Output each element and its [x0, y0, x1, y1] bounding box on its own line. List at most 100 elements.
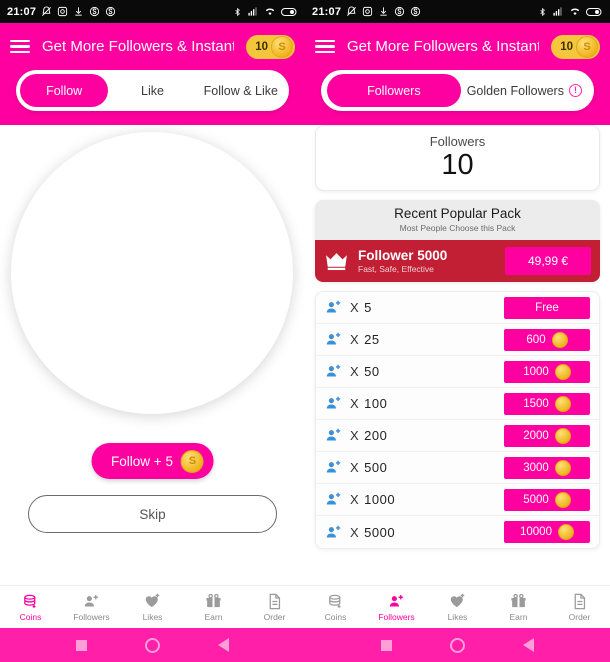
list-item[interactable]: X 5000 10000 — [316, 516, 599, 548]
pack-quantity: X 25 — [350, 332, 496, 347]
person-add-icon — [326, 333, 341, 345]
popular-pack-title: Recent Popular Pack — [394, 206, 521, 222]
nav-item-earn[interactable]: Earn — [183, 586, 244, 628]
buy-button[interactable]: 600 — [504, 328, 590, 351]
pack-amount: 500 — [364, 460, 388, 476]
square-recents-icon[interactable] — [381, 639, 392, 651]
popular-pack-header: Recent Popular Pack Most People Choose t… — [315, 200, 600, 241]
buy-button[interactable]: 1500 — [504, 392, 590, 415]
nav-item-followers[interactable]: Followers — [61, 586, 122, 628]
circle-home-icon[interactable] — [145, 637, 160, 653]
nav-item-earn[interactable]: Earn — [488, 586, 549, 628]
document-icon — [269, 593, 281, 609]
pack-amount: 5000 — [364, 524, 396, 540]
hamburger-icon[interactable] — [315, 39, 335, 54]
gift-icon — [206, 593, 221, 607]
tab-followers-label: Followers — [367, 83, 421, 98]
coin-icon — [551, 331, 568, 348]
buy-button[interactable]: 3000 — [504, 456, 590, 479]
buy-button-price: 1500 — [523, 397, 549, 410]
wifi-icon — [570, 8, 580, 16]
list-item[interactable]: X 1000 5000 — [316, 484, 599, 517]
pack-quantity: X5 — [350, 300, 496, 315]
buy-button[interactable]: 1000 — [504, 360, 590, 383]
tab-bar-left: Follow Like Follow & Like — [16, 70, 289, 111]
coin-icon — [557, 524, 574, 541]
buy-button[interactable]: Free — [504, 296, 590, 319]
multiplier-symbol: X — [350, 332, 360, 348]
pack-quantity: X 1000 — [350, 492, 496, 507]
coin-icon — [554, 395, 571, 412]
nav-item-order[interactable]: Order — [549, 586, 610, 628]
nav-item-earn-label: Earn — [204, 611, 223, 622]
download-icon — [75, 7, 82, 16]
person-add-icon — [326, 301, 341, 313]
nav-item-order-label: Order — [263, 611, 286, 622]
list-item[interactable]: X 500 3000 — [316, 452, 599, 485]
person-add-icon — [326, 461, 341, 473]
tab-golden-followers-label: Golden Followers — [466, 83, 564, 98]
nav-item-followers[interactable]: Followers — [366, 586, 427, 628]
info-icon[interactable]: ! — [568, 84, 582, 97]
buy-button-price: 10000 — [520, 526, 552, 539]
nav-item-order[interactable]: Order — [244, 586, 305, 628]
nav-item-coins[interactable]: Coins — [0, 586, 61, 628]
popular-pack-description: Fast, Safe, Effective — [358, 264, 434, 275]
list-item[interactable]: X 200 2000 — [316, 420, 599, 453]
buy-button-price: 1000 — [523, 365, 549, 378]
popular-pack-subtitle: Most People Choose this Pack — [399, 223, 516, 234]
buy-button[interactable]: 10000 — [504, 521, 590, 544]
status-bar-clock: 21:07 — [7, 5, 37, 18]
circled-s-icon — [106, 6, 116, 17]
list-item[interactable]: X 25 600 — [316, 324, 599, 357]
popular-pack-price-button[interactable]: 49,99 € — [505, 247, 591, 276]
tab-follow[interactable]: Follow — [20, 74, 109, 107]
follow-button[interactable]: Follow + 5 S — [91, 443, 214, 479]
buy-button-price: Free — [535, 301, 559, 314]
tab-followers[interactable]: Followers — [327, 74, 461, 107]
buy-button[interactable]: 2000 — [504, 424, 590, 447]
coin-balance-badge[interactable]: 10 S — [246, 34, 295, 59]
tab-follow-and-like[interactable]: Follow & Like — [197, 74, 285, 107]
battery-icon — [281, 7, 297, 16]
tab-like[interactable]: Like — [108, 74, 196, 107]
circled-s-icon — [90, 6, 100, 17]
nav-item-coins[interactable]: Coins — [305, 586, 366, 628]
coins-stack-icon — [329, 594, 341, 608]
right-screen: 21:07 Get More Followers & Instant L... … — [305, 0, 610, 662]
dual-screenshot-container: 21:07 Get More Followers & Instant L... … — [0, 0, 610, 662]
coin-balance-badge[interactable]: 10 S — [551, 34, 600, 59]
status-bar-right: 21:07 — [305, 0, 610, 23]
skip-button[interactable]: Skip — [28, 495, 277, 533]
square-recents-icon[interactable] — [76, 639, 87, 651]
popular-pack-row[interactable]: Follower 5000 Fast, Safe, Effective 49,9… — [315, 240, 600, 283]
status-bar-clock: 21:07 — [312, 5, 342, 18]
list-item[interactable]: X 50 1000 — [316, 356, 599, 389]
hamburger-icon[interactable] — [10, 39, 30, 54]
triangle-back-icon[interactable] — [523, 638, 534, 652]
list-item[interactable]: X 100 1500 — [316, 388, 599, 421]
buy-button[interactable]: 5000 — [504, 488, 590, 511]
tab-golden-followers[interactable]: Golden Followers ! — [461, 74, 588, 107]
circle-home-icon[interactable] — [450, 637, 465, 653]
status-bar-left-group: 21:07 — [312, 6, 421, 18]
coins-stack-icon — [24, 594, 36, 608]
multiplier-symbol: X — [350, 300, 360, 316]
coin-balance-value: 10 — [560, 40, 573, 53]
bluetooth-icon — [235, 7, 240, 16]
buy-button-price: 600 — [526, 333, 546, 346]
nav-item-likes[interactable]: Likes — [122, 586, 183, 628]
triangle-back-icon[interactable] — [218, 638, 229, 652]
list-item[interactable]: X5 Free — [316, 292, 599, 325]
circled-s-icon — [411, 6, 421, 17]
tab-follow-label: Follow — [46, 83, 83, 98]
page-title: Get More Followers & Instant L... — [42, 38, 235, 55]
nav-item-likes[interactable]: Likes — [427, 586, 488, 628]
profile-avatar-placeholder — [11, 132, 293, 414]
system-nav-left — [0, 628, 305, 662]
bottom-nav-left: Coins Followers Likes Earn Order — [0, 585, 305, 628]
tab-like-label: Like — [141, 83, 164, 98]
status-bar-right-group — [233, 6, 298, 18]
pack-amount: 50 — [364, 364, 380, 380]
nav-item-order-label: Order — [568, 611, 591, 622]
